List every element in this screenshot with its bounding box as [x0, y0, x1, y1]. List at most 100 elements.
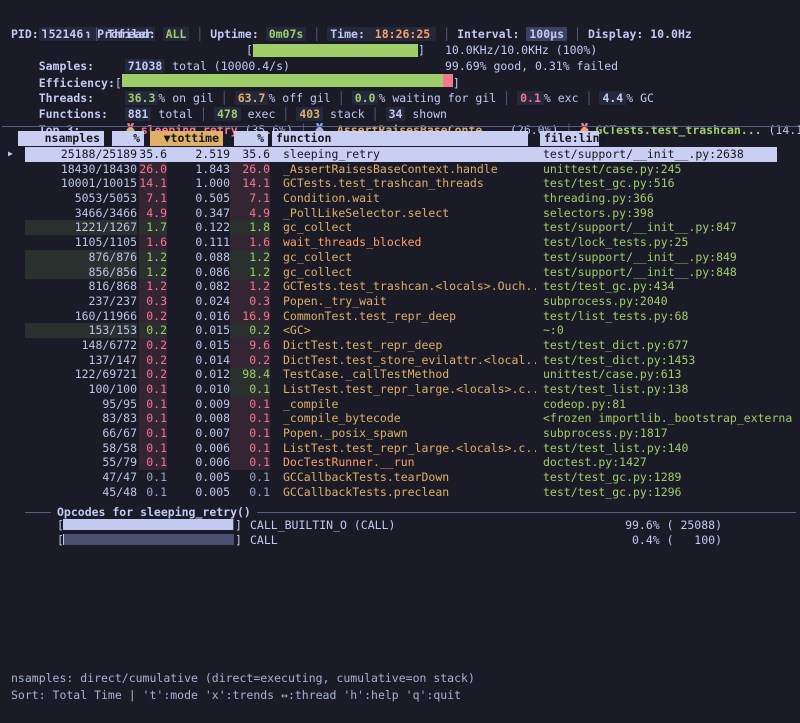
nsamples-cell: 55/79	[25, 455, 137, 470]
cumulative-pct-cell: 7.1	[230, 191, 270, 206]
separator: │	[196, 27, 203, 41]
table-row[interactable]: 816/8681.20.0821.2GCTests.test_trashcan.…	[0, 279, 800, 294]
direct-pct-cell: 0.1	[139, 411, 167, 426]
table-row[interactable]: 3466/34664.90.3474.9_PollLikeSelector.se…	[0, 206, 800, 221]
nsamples-cell: 47/47	[25, 470, 137, 485]
table-row[interactable]: 10001/1001514.11.00014.1GCTests.test_tra…	[0, 176, 800, 191]
table-row[interactable]: 100/1000.10.0100.1ListTest.test_repr_lar…	[0, 382, 800, 397]
direct-pct-cell: 0.2	[139, 367, 167, 382]
table-row[interactable]: 1221/12671.70.1221.8gc_collecttest/suppo…	[0, 220, 800, 235]
nsamples-cell: 5053/5053	[25, 191, 137, 206]
file-line-cell: unittest/case.py:613	[543, 367, 800, 382]
tottime-cell: 0.122	[167, 220, 230, 235]
stat-value: 4.4	[599, 91, 626, 105]
info-item-label: Uptime:	[210, 27, 265, 41]
direct-pct-cell: 14.1	[139, 176, 167, 191]
nsamples-cell: 148/6772	[25, 338, 137, 353]
info-item-value: 18:26:25	[372, 27, 433, 41]
info-item-value: 100µs	[526, 27, 567, 41]
table-row[interactable]: 58/580.10.0060.1ListTest.test_repr_large…	[0, 441, 800, 456]
table-row[interactable]: 237/2370.30.0240.3Popen._try_waitsubproc…	[0, 294, 800, 309]
table-row[interactable]: 122/697210.20.01298.4TestCase._callTestM…	[0, 367, 800, 382]
cumulative-pct-cell: 16.9	[230, 309, 270, 324]
table-row[interactable]: 856/8561.20.0861.2gc_collecttest/support…	[0, 265, 800, 280]
file-line-cell: test/list_tests.py:68	[543, 309, 800, 324]
separator: │	[93, 27, 100, 41]
table-row[interactable]: 83/830.10.0080.1_compile_bytecode<frozen…	[0, 411, 800, 426]
table-row[interactable]: 45/480.10.0050.1GCCallbackTests.preclean…	[0, 485, 800, 500]
column-header-function[interactable]: function	[272, 131, 528, 146]
opcode-name: CALL	[250, 533, 278, 547]
tottime-cell: 0.005	[167, 485, 230, 500]
stat-unit: % GC	[626, 91, 654, 105]
nsamples-cell: 25188/25189	[25, 147, 137, 162]
column-header-file-line[interactable]: file:line	[540, 131, 599, 146]
column-header-tottime-sorted[interactable]: ▼tottime	[150, 131, 223, 146]
direct-pct-cell: 26.0	[139, 162, 167, 177]
tottime-cell: 1.843	[167, 162, 230, 177]
separator: │	[586, 91, 593, 105]
info-item: PID: 52146	[11, 27, 86, 41]
nsamples-cell: 95/95	[25, 397, 137, 412]
info-item-value: ALL	[163, 27, 190, 41]
nsamples-cell: 66/67	[25, 426, 137, 441]
direct-pct-cell: 0.1	[139, 485, 167, 500]
direct-pct-cell: 0.2	[139, 309, 167, 324]
table-row[interactable]: 876/8761.20.0881.2gc_collecttest/support…	[0, 250, 800, 265]
info-item: Display: 10.0Hz	[588, 27, 692, 41]
table-row[interactable]: 95/950.10.0090.1_compilecodeop.py:81	[0, 397, 800, 412]
table-row[interactable]: 5053/50537.10.5057.1Condition.waitthread…	[0, 191, 800, 206]
table-row[interactable]: 18430/1843026.01.84326.0_AssertRaisesBas…	[0, 162, 800, 177]
cumulative-pct-cell: 0.1	[230, 382, 270, 397]
function-name-cell: ListTest.test_repr_large.<locals>.c...	[283, 441, 536, 456]
info-bar: PID: 52146│Thread: ALL│Uptime: 0m07s│Tim…	[11, 26, 692, 42]
table-row[interactable]: 153/1530.20.0150.2<GC>~:0	[0, 323, 800, 338]
column-header-cumulative-pct[interactable]: %	[234, 131, 268, 146]
tottime-cell: 0.009	[167, 397, 230, 412]
cumulative-pct-cell: 1.2	[230, 265, 270, 280]
threads-line: Threads:36.3% on gil│63.7% off gil│0.0% …	[11, 74, 654, 90]
top-separator	[2, 126, 797, 127]
table-row[interactable]: 47/470.10.0050.1GCCallbackTests.tearDown…	[0, 470, 800, 485]
nsamples-cell: 160/11966	[25, 309, 137, 324]
opcode-name: CALL_BUILTIN_O (CALL)	[250, 518, 395, 532]
cumulative-pct-cell: 0.1	[230, 441, 270, 456]
table-row[interactable]: 66/670.10.0070.1Popen._posix_spawnsubpro…	[0, 426, 800, 441]
stat-value: 0.1	[517, 91, 544, 105]
file-line-cell: test/test_gc.py:1296	[543, 485, 800, 500]
function-name-cell: gc_collect	[283, 220, 536, 235]
cumulative-pct-cell: 1.6	[230, 235, 270, 250]
tottime-cell: 0.111	[167, 235, 230, 250]
direct-pct-cell: 0.1	[139, 470, 167, 485]
table-row[interactable]: 137/1470.20.0140.2DictTest.test_store_ev…	[0, 353, 800, 368]
file-line-cell: test/test_gc.py:434	[543, 279, 800, 294]
info-item-value: 0m07s	[266, 27, 307, 41]
cumulative-pct-cell: 4.9	[230, 206, 270, 221]
table-row[interactable]: 160/119660.20.01616.9CommonTest.test_rep…	[0, 309, 800, 324]
nsamples-cell: 1221/1267	[25, 220, 137, 235]
function-name-cell: wait_threads_blocked	[283, 235, 536, 250]
nsamples-cell: 10001/10015	[25, 176, 137, 191]
samples-bar-fill	[253, 44, 418, 57]
function-name-cell: sleeping_retry	[283, 147, 536, 162]
table-row[interactable]: ▶25188/2518935.62.51935.6sleeping_retryt…	[0, 147, 800, 162]
table-row[interactable]: 148/67720.20.0159.6DictTest.test_repr_de…	[0, 338, 800, 353]
direct-pct-cell: 0.1	[139, 382, 167, 397]
stat-unit: % exc	[544, 91, 579, 105]
direct-pct-cell: 0.2	[139, 323, 167, 338]
direct-pct-cell: 0.2	[139, 338, 167, 353]
tottime-cell: 0.082	[167, 279, 230, 294]
opcode-row: []CALL_BUILTIN_O (CALL)99.6% ( 25088)	[57, 518, 797, 532]
file-line-cell: test/support/__init__.py:849	[543, 250, 800, 265]
function-name-cell: GCTests.test_trashcan.<locals>.Ouch...	[283, 279, 536, 294]
tottime-cell: 0.014	[167, 353, 230, 368]
table-row[interactable]: 1105/11051.60.1111.6wait_threads_blocked…	[0, 235, 800, 250]
tottime-cell: 0.347	[167, 206, 230, 221]
table-row[interactable]: 55/790.10.0060.1DocTestRunner.__rundocte…	[0, 455, 800, 470]
column-header-direct-pct[interactable]: %	[112, 131, 144, 146]
column-header-nsamples[interactable]: nsamples	[18, 131, 104, 146]
file-line-cell: test/support/__init__.py:2638	[543, 147, 800, 162]
direct-pct-cell: 0.1	[139, 455, 167, 470]
info-item: Thread: ALL	[107, 27, 189, 41]
footer-legend: nsamples: direct/cumulative (direct=exec…	[11, 670, 475, 686]
